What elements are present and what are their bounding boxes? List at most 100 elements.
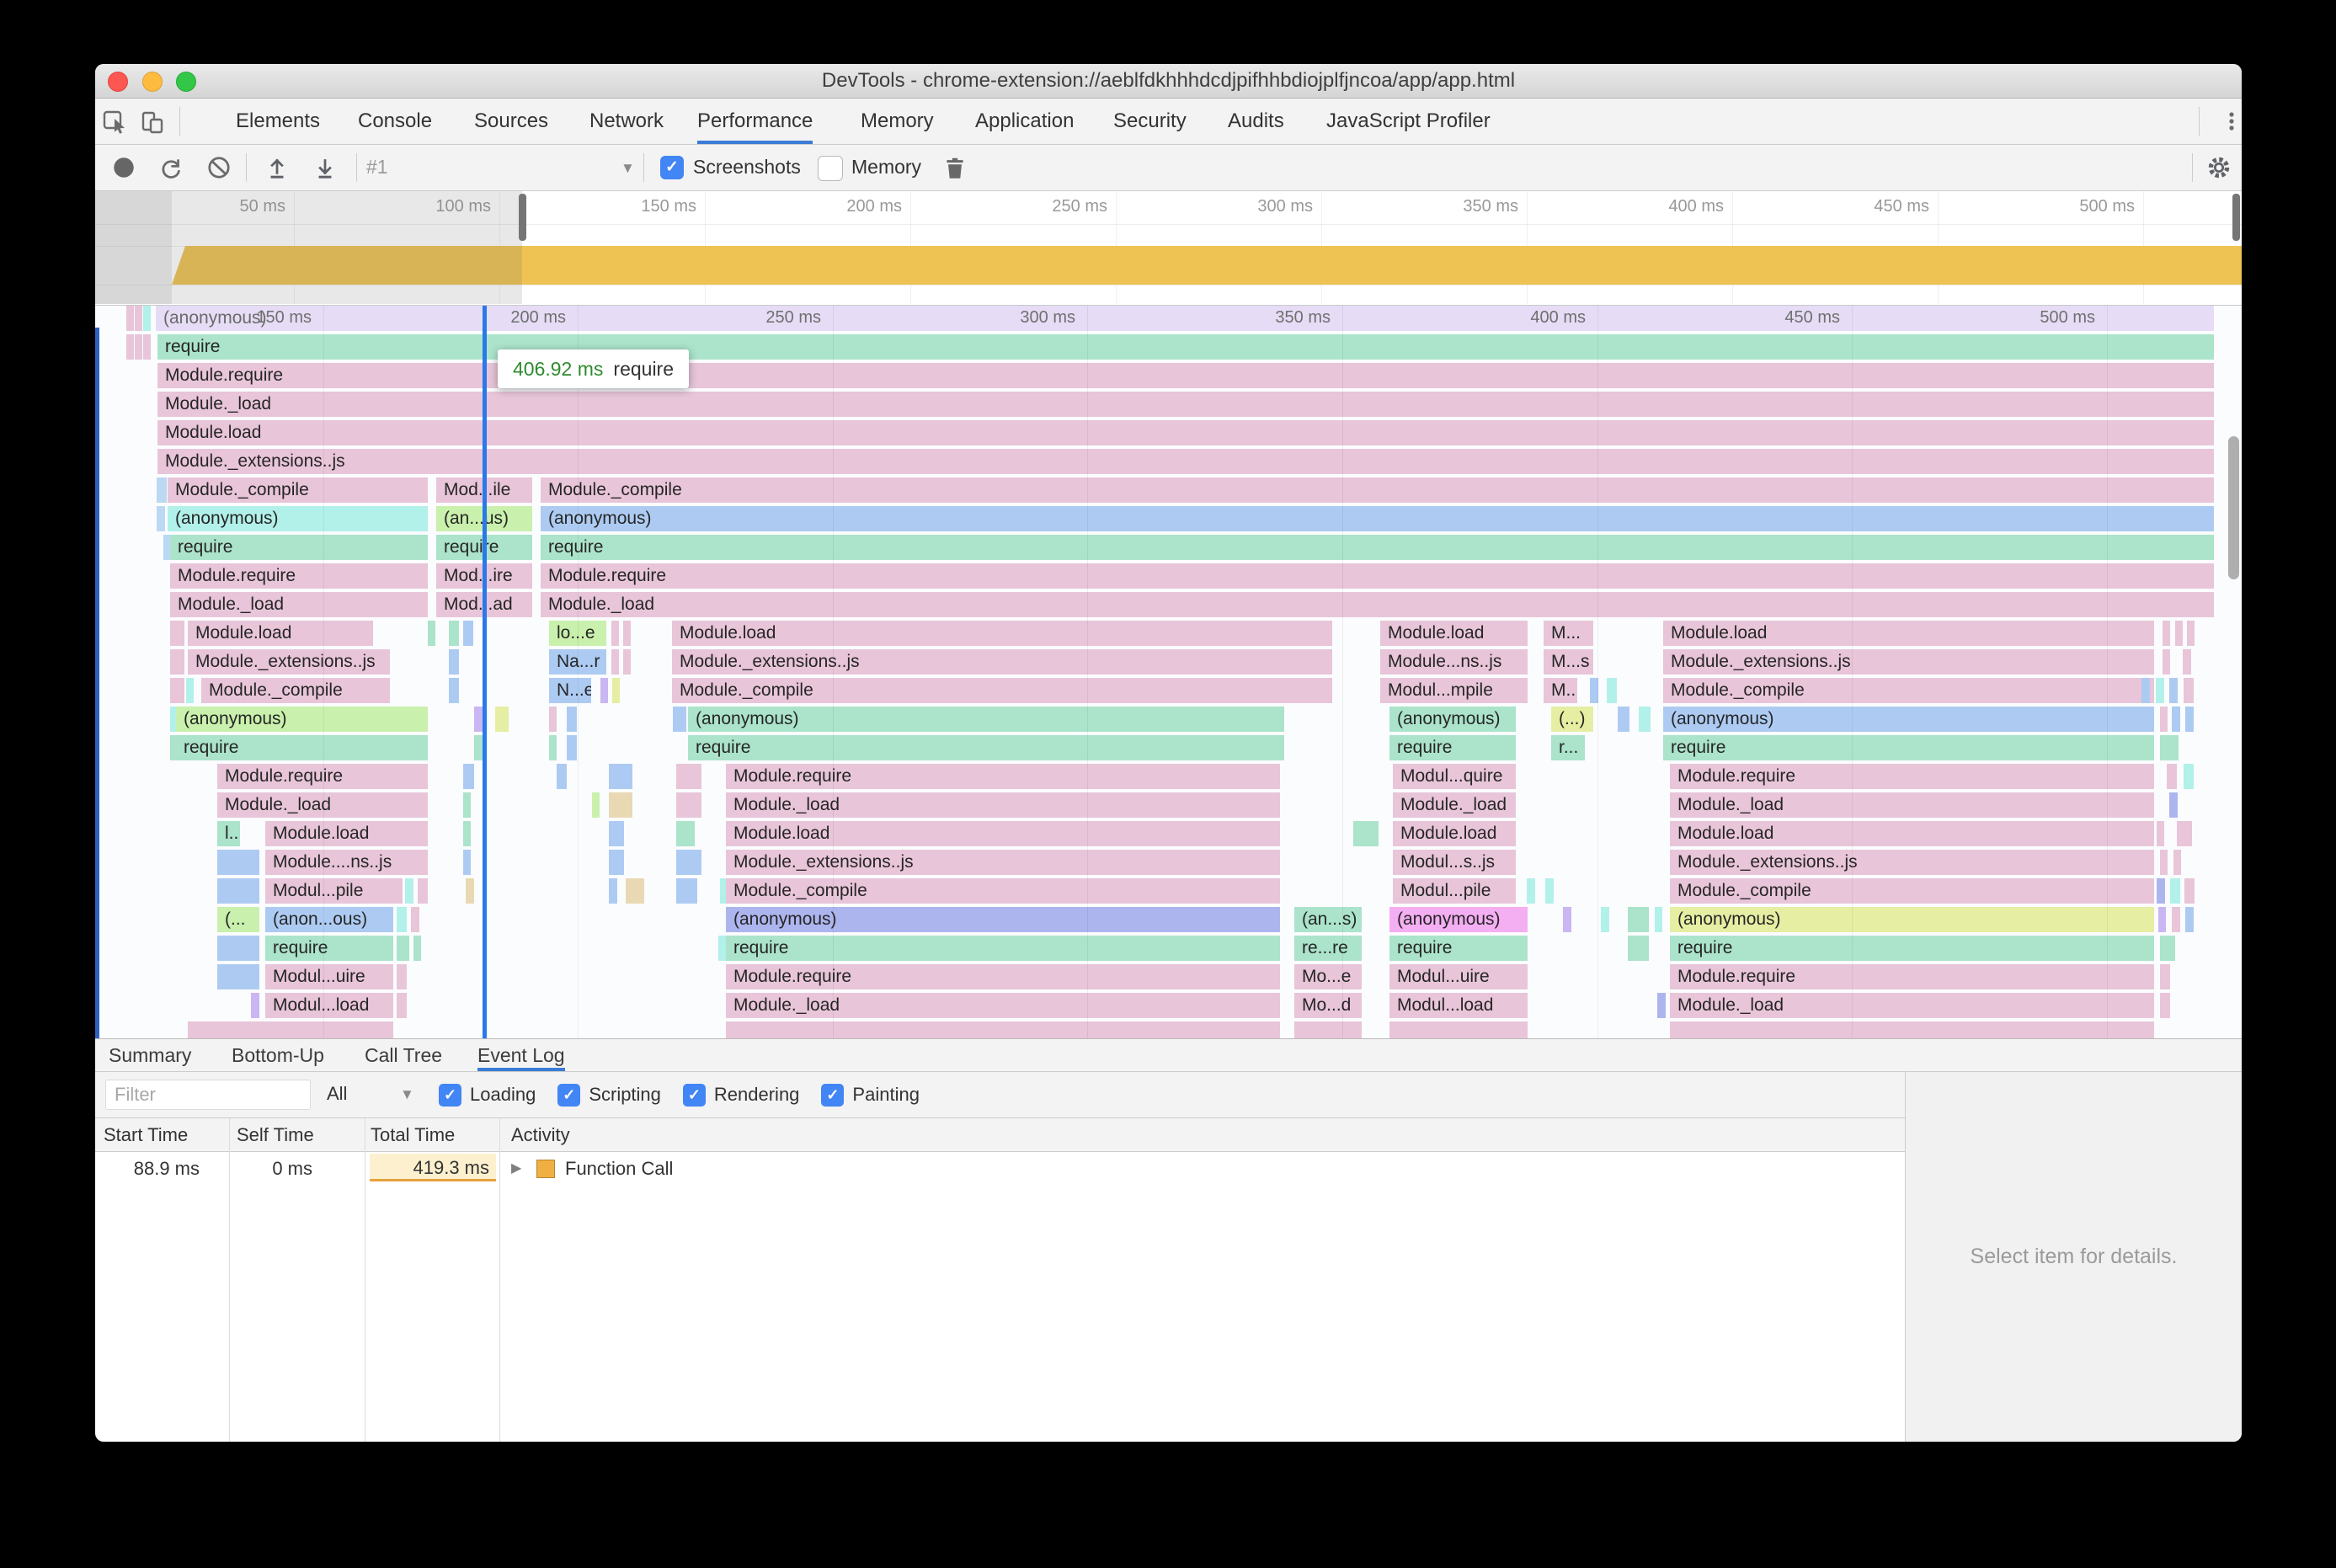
flame-bar[interactable] [1545,878,1554,904]
flame-bar[interactable] [1601,907,1609,932]
flame-bar[interactable] [673,707,686,732]
flame-bar[interactable] [2160,993,2170,1018]
flame-bar[interactable]: Modul...load [265,993,393,1018]
flame-bar[interactable] [1527,878,1535,904]
flame-bar[interactable] [567,707,577,732]
column-header-total-time[interactable]: Total Time [371,1118,455,1152]
flame-bar[interactable] [2160,707,2168,732]
flame-bar[interactable] [612,678,620,703]
flame-bar[interactable]: Modul...load [1389,993,1528,1018]
flame-bar[interactable]: Mo...d [1294,993,1362,1018]
flame-bar[interactable] [2185,907,2194,932]
category-dropdown-icon[interactable]: ▼ [400,1086,414,1103]
flame-bar[interactable] [126,334,134,360]
flame-bar[interactable] [1657,993,1666,1018]
flame-bar[interactable]: require [1389,936,1528,961]
flame-bar[interactable]: Modul...mpile [1380,678,1528,703]
flame-bar[interactable] [1618,707,1629,732]
flame-bar[interactable]: Module._extensions..js [672,649,1332,675]
flame-bar[interactable] [1639,707,1651,732]
flame-bar[interactable]: (anonymous) [1389,707,1516,732]
flame-bar[interactable] [623,649,631,675]
flame-bar[interactable] [157,477,167,503]
flame-bar[interactable]: Module._extensions..js [1663,649,2154,675]
flame-bar[interactable]: (anonymous) [176,707,428,732]
flame-bar[interactable] [676,878,697,904]
flame-bar[interactable]: Module._compile [1670,878,2154,904]
flame-bar[interactable] [449,678,459,703]
tab-performance[interactable]: Performance [697,99,813,144]
flame-bar[interactable]: Module._compile [726,878,1280,904]
flame-bar[interactable]: require [176,735,428,760]
tab-javascript-profiler[interactable]: JavaScript Profiler [1326,99,1491,144]
flame-bar[interactable]: Modul...s..js [1393,850,1516,875]
flame-bar[interactable]: Module._load [1670,792,2154,818]
flame-bar[interactable] [217,850,259,875]
screenshots-checkbox[interactable]: ✓ [660,156,684,179]
flame-bar[interactable] [463,621,473,646]
filter-rendering[interactable]: ✓ Rendering [682,1083,799,1107]
flame-bar[interactable]: Module.require [541,563,2214,589]
flame-bar[interactable] [463,821,471,846]
flame-bar[interactable] [1655,907,1662,932]
flame-bar[interactable] [676,792,701,818]
flame-bar[interactable]: N...e [549,678,591,703]
flame-bar[interactable] [449,621,459,646]
flame-bar[interactable] [2177,821,2192,846]
flame-bar[interactable]: Module.require [726,964,1280,989]
flame-bar[interactable]: Module.load [188,621,373,646]
flame-bar[interactable] [170,649,184,675]
flame-bar[interactable]: require [265,936,393,961]
flame-bar[interactable] [2187,621,2195,646]
flame-bar[interactable]: require [541,535,2214,560]
flame-bar[interactable]: Module._load [726,993,1280,1018]
memory-checkbox[interactable] [818,156,843,181]
flame-bar[interactable] [567,735,577,760]
flame-bar[interactable] [609,821,624,846]
flame-bar[interactable] [1294,1021,1362,1038]
flame-bar[interactable] [449,649,459,675]
flame-bar[interactable]: l... [217,821,240,846]
flame-bar[interactable] [2183,649,2191,675]
flame-bar[interactable] [592,792,600,818]
flame-bar[interactable] [2169,792,2178,818]
flame-bar[interactable] [463,764,474,789]
flame-chart[interactable]: (anonymous) require Module.require Module._… [95,306,2242,1039]
flame-bar[interactable]: Module.require [217,764,428,789]
flame-bar[interactable]: Module._extensions..js [726,850,1280,875]
flame-bar[interactable] [170,678,184,703]
flame-bar[interactable] [2163,621,2170,646]
flame-bar[interactable]: Module._compile [201,678,390,703]
flame-bar[interactable]: M... [1544,678,1577,703]
flame-bar[interactable]: Module._extensions..js [1670,850,2154,875]
device-toolbar-icon[interactable] [139,109,166,136]
flame-bar[interactable] [265,1021,393,1038]
flame-bar[interactable]: Module.require [1670,764,2154,789]
tab-call-tree[interactable]: Call Tree [365,1039,442,1071]
flame-bar[interactable]: (... [217,907,259,932]
flame-bar[interactable]: Module._load [217,792,428,818]
column-header-self-time[interactable]: Self Time [237,1118,314,1152]
flame-bar[interactable] [217,964,259,989]
flame-bar[interactable] [609,764,632,789]
flame-bar[interactable] [2172,907,2180,932]
tab-memory[interactable]: Memory [861,99,934,144]
flame-bar[interactable]: (anonymous) [726,907,1280,932]
flame-bar[interactable] [609,850,624,875]
flame-bar[interactable]: Module._compile [1663,678,2154,703]
flame-bar[interactable] [413,936,421,961]
tab-elements[interactable]: Elements [236,99,320,144]
flame-bar[interactable] [2160,850,2168,875]
flame-bar[interactable]: (anonymous) [168,506,428,531]
category-select[interactable]: All [327,1083,347,1105]
profile-selector[interactable]: #1 [366,156,388,179]
flame-bar[interactable] [549,707,557,732]
filter-loading[interactable]: ✓ Loading [439,1083,536,1107]
checkbox-scripting[interactable]: ✓ [557,1083,581,1107]
flame-bar[interactable] [1628,936,1649,961]
flame-bar[interactable]: (an...s) [1294,907,1362,932]
flame-bar[interactable]: require [170,535,428,560]
flame-bar[interactable]: Module...ns..js [1380,649,1528,675]
flame-bar[interactable] [2169,678,2178,703]
flame-bar[interactable] [217,936,259,961]
